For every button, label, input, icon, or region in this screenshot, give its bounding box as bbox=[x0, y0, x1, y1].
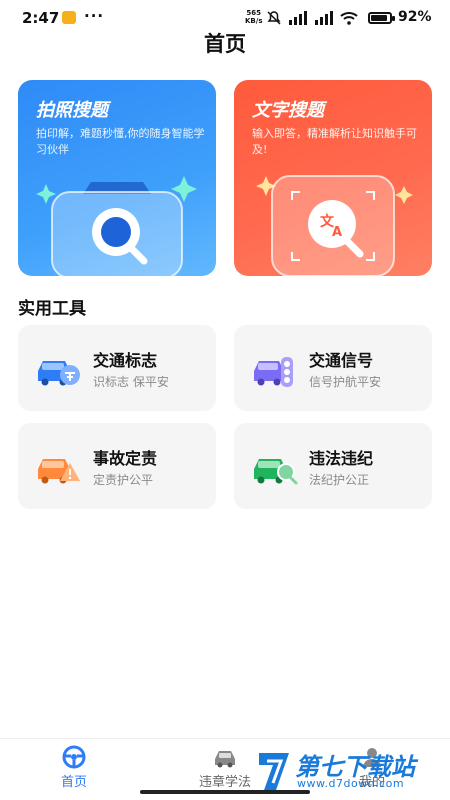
tool-subtitle: 定责护公平 bbox=[93, 473, 154, 487]
text-search-title: 文字搜题 bbox=[252, 96, 348, 123]
car-sign-icon bbox=[38, 361, 80, 386]
battery-percent: 92% bbox=[398, 9, 432, 25]
status-time: 2:47 bbox=[22, 9, 60, 27]
tool-accident-liability[interactable]: 事故定责 定责护公平 bbox=[18, 423, 216, 509]
notification-icon bbox=[62, 11, 76, 24]
nav-label: 首页 bbox=[60, 775, 87, 790]
status-icons bbox=[266, 10, 358, 26]
nav-home[interactable]: 首页 bbox=[24, 745, 124, 790]
network-speed-value: 565 bbox=[246, 9, 262, 17]
watermark-url: www.d7down.com bbox=[297, 777, 405, 790]
tool-traffic-signs[interactable]: 交通标志 识标志 保平安 bbox=[18, 325, 216, 411]
steering-wheel-icon bbox=[62, 745, 86, 769]
car-icon bbox=[215, 751, 235, 768]
wifi-icon bbox=[340, 12, 358, 25]
mute-icon bbox=[267, 11, 281, 25]
tool-title: 交通标志 bbox=[93, 351, 158, 370]
photo-search-desc: 拍印解，难题秒懂,你的随身智能学习伙伴 bbox=[36, 127, 205, 156]
photo-search-title: 拍照搜题 bbox=[36, 96, 132, 123]
signal-1-icon bbox=[289, 11, 307, 25]
page-title: 首页 bbox=[204, 32, 246, 56]
network-speed-unit: KB/s bbox=[245, 17, 263, 25]
tool-subtitle: 法纪护公正 bbox=[309, 473, 370, 487]
signal-2-icon bbox=[315, 11, 333, 25]
network-speed: 565 KB/s bbox=[245, 9, 262, 25]
text-search-card[interactable]: 文字搜题 输入即答，精准解析让知识触手可及! 文 A bbox=[234, 80, 432, 276]
section-title: 实用工具 bbox=[18, 299, 86, 319]
home-indicator[interactable] bbox=[140, 790, 310, 794]
translate-search-icon: 文 A bbox=[256, 175, 413, 276]
car-warning-icon bbox=[38, 459, 80, 484]
tool-title: 事故定责 bbox=[93, 449, 158, 468]
tool-traffic-signals[interactable]: 交通信号 信号护航平安 bbox=[234, 325, 432, 411]
traffic-light-icon bbox=[254, 357, 293, 387]
tool-violations[interactable]: 违法违纪 法纪护公正 bbox=[234, 423, 432, 509]
tool-title: 违法违纪 bbox=[309, 449, 374, 468]
battery-icon bbox=[368, 12, 395, 24]
tool-title: 交通信号 bbox=[309, 351, 374, 370]
camera-search-icon bbox=[36, 176, 197, 276]
tool-subtitle: 识标志 保平安 bbox=[93, 375, 169, 389]
car-search-icon bbox=[254, 459, 298, 485]
text-search-desc: 输入即答，精准解析让知识触手可及! bbox=[252, 127, 417, 156]
more-notifications-icon: ··· bbox=[84, 7, 105, 25]
photo-search-card[interactable]: 拍照搜题 拍印解，难题秒懂,你的随身智能学习伙伴 bbox=[18, 80, 216, 276]
tool-subtitle: 信号护航平安 bbox=[309, 375, 382, 389]
svg-text:A: A bbox=[332, 225, 342, 240]
